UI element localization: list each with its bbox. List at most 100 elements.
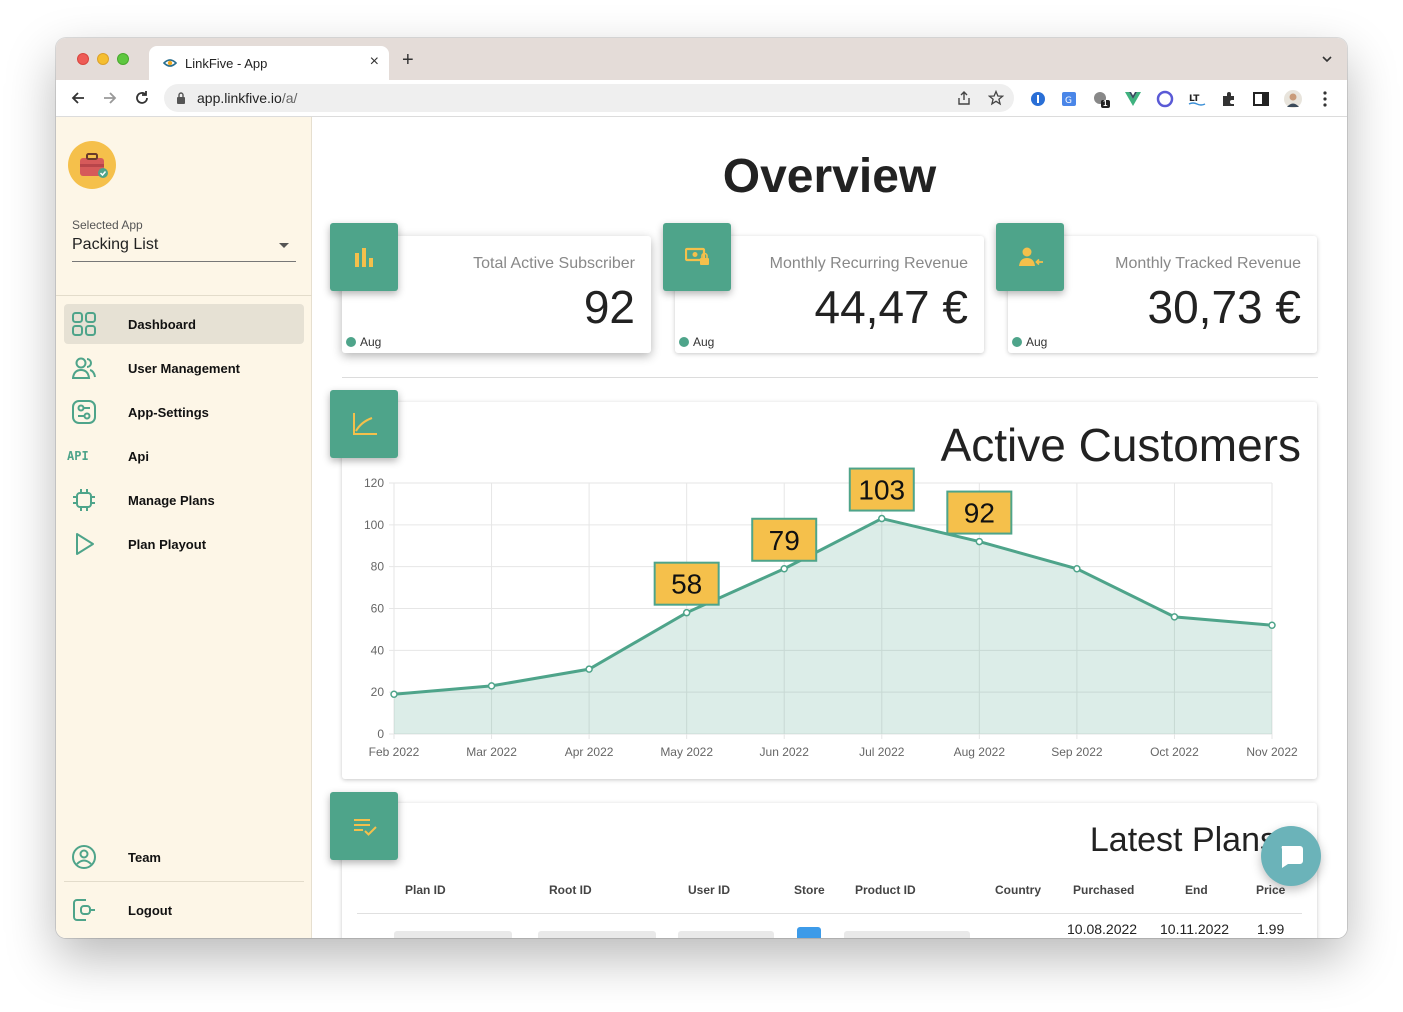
column-header[interactable]: Root ID	[549, 883, 592, 897]
chat-button[interactable]	[1261, 826, 1321, 886]
settings-icon	[72, 400, 96, 424]
tab-close-icon[interactable]: ×	[370, 53, 379, 71]
clock-icon	[346, 337, 356, 347]
sidebar-item-label: App-Settings	[128, 405, 209, 420]
area-fill	[394, 518, 1272, 734]
x-tick-label: Apr 2022	[565, 745, 614, 759]
extension-circle-icon[interactable]	[1156, 90, 1174, 108]
sidebar-item-label: User Management	[128, 361, 240, 376]
data-point	[390, 690, 398, 699]
minimize-window-button[interactable]	[97, 53, 109, 65]
section-divider	[342, 377, 1318, 378]
data-label: 103	[858, 475, 905, 506]
extension-languagetool-icon[interactable]: LT	[1188, 90, 1206, 108]
plan-id-chip[interactable]	[394, 931, 512, 938]
forward-icon[interactable]	[100, 88, 120, 108]
sidebar-item-label: Api	[128, 449, 149, 464]
extension-vue-icon[interactable]	[1124, 90, 1142, 108]
data-label: 79	[769, 525, 800, 556]
stat-title: Monthly Tracked Revenue	[1115, 255, 1301, 272]
sidebar-item-team[interactable]: Team	[64, 837, 304, 877]
main-panel: Overview Total Active Subscriber 92 Aug …	[312, 117, 1347, 938]
root-id-chip[interactable]	[538, 931, 656, 938]
y-tick-label: 80	[371, 560, 385, 574]
sidebar-item-logout[interactable]: Logout	[64, 890, 304, 930]
y-tick-label: 0	[377, 727, 384, 741]
share-icon[interactable]	[956, 90, 972, 106]
x-tick-label: Jun 2022	[760, 745, 810, 759]
column-header[interactable]: Product ID	[855, 883, 916, 897]
app-logo	[68, 141, 116, 189]
stat-period: Aug	[1026, 335, 1048, 349]
y-tick-label: 20	[371, 685, 385, 699]
active-customers-card: Active Customers 0 20 40 60 80 100 120 Feb 2022…	[342, 402, 1317, 779]
sidebar-item-label: Logout	[128, 903, 173, 918]
stat-title: Total Active Subscriber	[473, 255, 635, 272]
clock-icon	[679, 337, 689, 347]
sidebar-item-plan-playout[interactable]: Plan Playout	[64, 524, 304, 564]
profile-avatar-icon[interactable]	[1284, 90, 1302, 108]
sidebar-item-label: Team	[128, 850, 161, 865]
bookmark-star-icon[interactable]	[988, 90, 1004, 106]
sidebar-item-api[interactable]: API Api	[64, 436, 304, 476]
stat-footer: Aug	[1012, 335, 1047, 349]
app-store-icon	[797, 927, 821, 938]
dropdown-caret-icon[interactable]	[279, 243, 289, 248]
new-tab-button[interactable]: +	[402, 50, 414, 70]
clock-icon	[1012, 337, 1022, 347]
extension-badge-count: 1	[1103, 99, 1108, 108]
tab-title: LinkFive - App	[185, 56, 268, 71]
browser-menu-icon[interactable]	[1316, 90, 1334, 108]
address-bar[interactable]: app.linkfive.io/a/	[164, 84, 1014, 112]
close-window-button[interactable]	[77, 53, 89, 65]
sidebar: Selected App Packing List Dashboard User…	[56, 117, 312, 938]
reload-icon[interactable]	[132, 88, 152, 108]
stat-period: Aug	[693, 335, 715, 349]
tab-search-icon[interactable]	[1321, 53, 1333, 65]
sidebar-item-user-management[interactable]: User Management	[64, 348, 304, 388]
x-tick-label: Aug 2022	[954, 745, 1006, 759]
column-header[interactable]: End	[1185, 883, 1208, 897]
bar-chart-icon	[330, 223, 398, 291]
extension-translate-icon[interactable]: G	[1060, 90, 1078, 108]
x-tick-label: May 2022	[660, 745, 713, 759]
page-content: Selected App Packing List Dashboard User…	[56, 117, 1347, 938]
sidebar-item-dashboard[interactable]: Dashboard	[64, 304, 304, 344]
column-header[interactable]: Purchased	[1073, 883, 1134, 897]
page-title: Overview	[722, 150, 937, 203]
x-tick-label: Sep 2022	[1051, 745, 1103, 759]
sidebar-divider	[64, 881, 304, 882]
users-icon	[72, 357, 96, 379]
extension-1password-icon[interactable]	[1029, 90, 1047, 108]
sidebar-item-manage-plans[interactable]: Manage Plans	[64, 480, 304, 520]
side-panel-icon[interactable]	[1252, 90, 1270, 108]
y-tick-label: 100	[364, 518, 384, 532]
data-point	[780, 565, 788, 573]
browser-tab[interactable]: LinkFive - App ×	[149, 46, 389, 80]
selected-app-select[interactable]: Packing List	[72, 236, 158, 254]
stat-title: Monthly Recurring Revenue	[769, 255, 968, 272]
extensions-puzzle-icon[interactable]	[1220, 90, 1238, 108]
data-point	[1268, 621, 1276, 629]
sidebar-item-app-settings[interactable]: App-Settings	[64, 392, 304, 432]
api-icon: API	[67, 449, 89, 463]
user-id-chip[interactable]	[678, 931, 774, 938]
person-arrow-icon	[996, 223, 1064, 291]
column-header[interactable]: User ID	[688, 883, 730, 897]
column-header[interactable]: Store	[794, 883, 825, 897]
data-point	[975, 537, 984, 546]
product-id-chip[interactable]	[844, 931, 970, 938]
back-icon[interactable]	[68, 88, 88, 108]
x-tick-label: Jul 2022	[859, 745, 905, 759]
column-header[interactable]: Plan ID	[405, 883, 446, 897]
url-text: app.linkfive.io/a/	[197, 90, 297, 106]
maximize-window-button[interactable]	[117, 53, 129, 65]
sidebar-item-label: Dashboard	[128, 317, 196, 332]
purchased-date: 10.08.2022	[1067, 921, 1138, 937]
data-point	[878, 514, 886, 523]
column-header[interactable]: Country	[995, 883, 1041, 897]
data-point	[1073, 565, 1081, 573]
playlist-check-icon	[330, 792, 398, 860]
browser-toolbar: app.linkfive.io/a/ G 1 LT	[56, 80, 1347, 117]
team-icon	[72, 845, 96, 869]
